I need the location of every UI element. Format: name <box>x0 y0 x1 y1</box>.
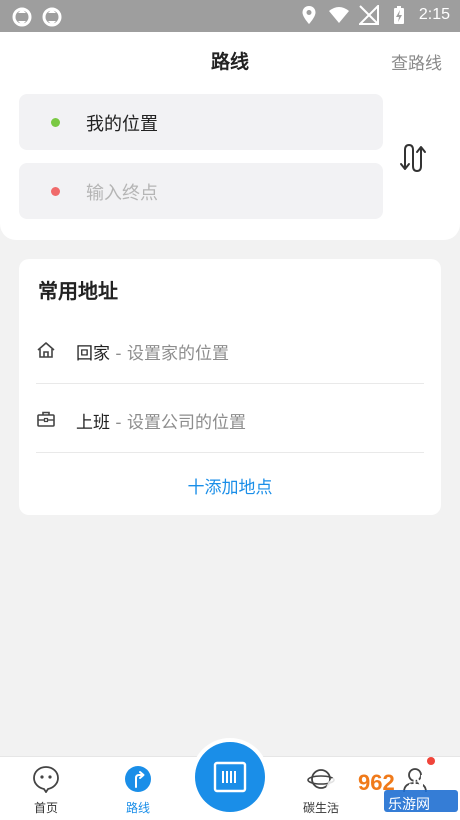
destination-field[interactable]: 输入终点 <box>19 163 383 219</box>
end-dot-icon <box>51 187 60 196</box>
tab-route[interactable]: 路线 <box>103 765 173 816</box>
start-location-label: 我的位置 <box>86 114 158 135</box>
home-name: 回家 <box>76 344 110 364</box>
watermark-caption: 乐游网 <box>388 797 430 813</box>
face-icon <box>33 766 59 794</box>
home-icon <box>37 342 55 358</box>
route-icon <box>125 766 151 792</box>
route-card: 路线 查路线 我的位置 输入终点 <box>0 32 460 240</box>
tab-home[interactable]: 首页 <box>11 765 81 816</box>
briefcase-icon <box>37 411 55 427</box>
card-scan-icon <box>213 761 247 793</box>
common-addresses-title: 常用地址 <box>38 279 118 303</box>
work-hint: 设置公司的位置 <box>126 413 246 433</box>
home-hint: 设置家的位置 <box>126 344 229 364</box>
add-place-button[interactable]: 十添加地点 <box>19 473 441 498</box>
status-left-icons <box>12 7 62 27</box>
home-address-text: 回家 - 设置家的位置 <box>76 339 229 364</box>
work-name: 上班 <box>76 413 110 433</box>
status-time: 2:15 <box>418 6 450 23</box>
watermark-brand: 962 <box>358 770 395 795</box>
card-scan-button[interactable] <box>195 742 265 812</box>
wifi-icon <box>328 7 349 23</box>
watermark-suffix: .NET <box>408 773 445 790</box>
work-address-text: 上班 - 设置公司的位置 <box>76 408 246 433</box>
common-addresses-card: 常用地址 回家 - 设置家的位置 上班 - 设置公司的位置 十添加地点 <box>19 259 441 515</box>
no-signal-icon <box>358 5 379 25</box>
home-separator: - <box>110 344 127 364</box>
query-route-button[interactable]: 查路线 <box>391 49 442 74</box>
tab-route-label: 路线 <box>125 801 150 815</box>
location-icon <box>302 6 316 24</box>
start-location-field[interactable]: 我的位置 <box>19 94 383 150</box>
sync-icon <box>12 7 32 27</box>
status-bar: 2:15 <box>0 0 460 32</box>
notification-badge <box>427 757 435 765</box>
start-dot-icon <box>51 118 60 127</box>
swap-route-icon[interactable] <box>398 140 434 176</box>
home-address-row[interactable]: 回家 - 设置家的位置 <box>36 315 424 384</box>
destination-placeholder: 输入终点 <box>86 183 158 204</box>
battery-charging-icon <box>393 6 404 24</box>
work-address-row[interactable]: 上班 - 设置公司的位置 <box>36 384 424 453</box>
status-right-icons: 2:15 <box>299 5 450 25</box>
tab-home-label: 首页 <box>33 801 58 815</box>
work-separator: - <box>110 413 127 433</box>
sync-icon <box>42 7 62 27</box>
